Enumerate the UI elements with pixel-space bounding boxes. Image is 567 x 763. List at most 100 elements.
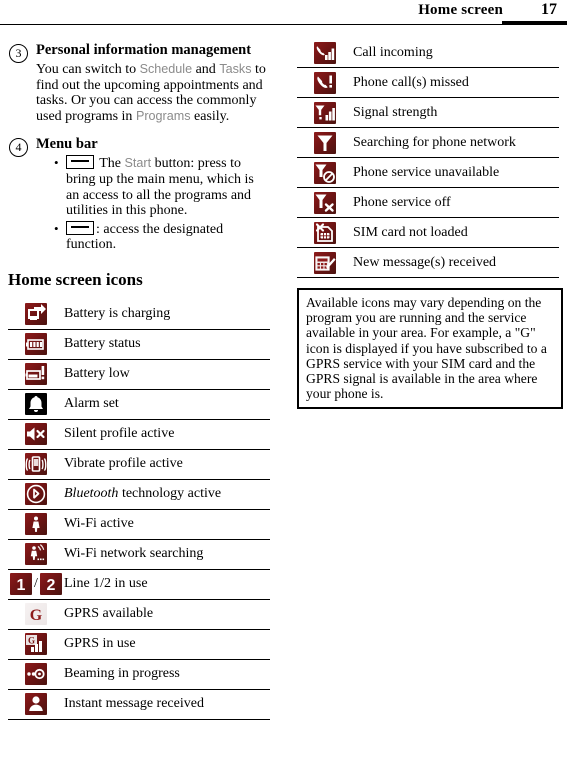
left-column: 3 Personal information management You ca…: [8, 30, 270, 720]
section-menu-bar: 4 Menu bar The Start button: press to br…: [8, 136, 270, 253]
icon-label: Phone service off: [353, 194, 451, 210]
softkey-icon: [66, 155, 94, 170]
term-programs: Programs: [135, 108, 191, 123]
home-screen-icons-heading: Home screen icons: [8, 269, 143, 289]
searching-network-icon: [314, 131, 336, 154]
line-1-icon: 1: [10, 573, 33, 596]
bluetooth-rest: technology active: [118, 486, 222, 502]
icon-label: Alarm set: [64, 396, 119, 412]
gprs-available-icon: G: [25, 603, 47, 626]
home-screen-icons-table-left: Battery is charging Battery status Batte…: [8, 300, 270, 720]
table-row: Instant message received: [8, 689, 270, 720]
icon-label: Battery is charging: [64, 306, 171, 322]
icon-label: Vibrate profile active: [64, 456, 183, 472]
icon-cell: [297, 98, 353, 128]
table-row: Battery status: [8, 329, 270, 360]
icon-cell: G: [8, 629, 64, 659]
icon-cell: [297, 128, 353, 158]
list-item: : access the designated function.: [54, 220, 270, 253]
icon-cell: 1 / 2: [8, 569, 64, 599]
table-row: Wi-Fi network searching: [8, 539, 270, 570]
icon-cell: [8, 479, 64, 509]
icon-cell: [8, 419, 64, 449]
table-row: G GPRS available: [8, 599, 270, 630]
table-row: Battery low: [8, 359, 270, 390]
table-row: Phone service off: [297, 188, 559, 218]
icon-label: Line 1/2 in use: [64, 576, 148, 592]
icon-cell: G: [8, 599, 64, 629]
service-off-icon: [314, 191, 336, 214]
table-row: Silent profile active: [8, 419, 270, 450]
section-personal-information-management: 3 Personal information management You ca…: [8, 42, 270, 124]
icon-cell: [8, 659, 64, 689]
icon-cell: [297, 38, 353, 68]
table-row: 1 / 2 Line 1/2 in use: [8, 569, 270, 600]
battery-low-icon: [25, 363, 47, 386]
table-row: Alarm set: [8, 389, 270, 420]
silent-profile-icon: [25, 423, 47, 446]
icon-cell: [8, 389, 64, 419]
icon-label: Beaming in progress: [64, 666, 180, 682]
section-heading: Menu bar: [36, 136, 98, 153]
icon-label: SIM card not loaded: [353, 224, 468, 240]
menu-bar-bullet-list: The Start button: press to bring up the …: [36, 155, 270, 253]
icon-label: Battery status: [64, 336, 141, 352]
icon-cell: [297, 188, 353, 218]
icon-cell: [297, 68, 353, 98]
gprs-in-use-icon: G: [25, 633, 47, 656]
icon-cell: [8, 689, 64, 719]
icon-label: Wi-Fi active: [64, 516, 134, 532]
icon-label: Instant message received: [64, 696, 204, 712]
svg-text:G: G: [28, 636, 35, 646]
icon-label: Searching for phone network: [353, 134, 516, 150]
icon-label: GPRS in use: [64, 636, 136, 652]
icon-cell: [8, 449, 64, 479]
table-row: Searching for phone network: [297, 128, 559, 158]
softkey-icon: [66, 220, 94, 235]
icon-label: Call incoming: [353, 44, 433, 60]
page-header: Home screen 17: [0, 0, 567, 30]
battery-status-icon: [25, 333, 47, 356]
service-unavailable-icon: [314, 161, 336, 184]
section-heading: Personal information management: [36, 42, 252, 58]
body-text-1: You can switch to: [36, 62, 140, 77]
vibrate-profile-icon: [25, 453, 47, 476]
header-rule: [0, 24, 567, 25]
battery-charging-icon: [25, 303, 47, 326]
icon-cell: [297, 248, 353, 278]
wifi-active-icon: [25, 513, 47, 536]
section-number-badge: 4: [9, 138, 28, 158]
table-row: Phone call(s) missed: [297, 68, 559, 98]
instant-message-icon: [25, 693, 47, 716]
section-number-badge: 3: [9, 44, 28, 63]
icon-label: Silent profile active: [64, 426, 175, 442]
table-row: SIM card not loaded: [297, 218, 559, 248]
signal-strength-icon: [314, 101, 336, 124]
bullet-text-2: button: press to bring up the main menu,…: [66, 156, 254, 219]
table-row: Phone service unavailable: [297, 158, 559, 188]
alarm-set-icon: [25, 393, 47, 416]
svg-text:2: 2: [46, 577, 55, 594]
icon-label: Wi-Fi network searching: [64, 546, 204, 562]
icon-cell: [8, 300, 64, 330]
body-text-2: and: [192, 62, 220, 77]
icon-cell: [297, 218, 353, 248]
table-row: Bluetooth technology active: [8, 479, 270, 510]
line-2-icon: 2: [39, 573, 62, 596]
body-text-4: easily.: [190, 108, 230, 124]
table-row: Vibrate profile active: [8, 449, 270, 480]
table-row: G GPRS in use: [8, 629, 270, 660]
icon-label: Battery low: [64, 366, 130, 382]
table-row: Call incoming: [297, 38, 559, 68]
note-box: Available icons may vary depending on th…: [297, 288, 563, 410]
bullet-text-1: The: [96, 156, 125, 172]
term-start: Start: [124, 156, 152, 171]
table-row: New message(s) received: [297, 248, 559, 278]
home-screen-icons-table-right: Call incoming Phone call(s) missed Signa…: [297, 38, 559, 278]
svg-text:G: G: [30, 607, 43, 624]
icon-cell: [8, 359, 64, 389]
wifi-searching-icon: [25, 543, 47, 566]
line-separator: /: [34, 576, 38, 592]
icon-label: New message(s) received: [353, 254, 497, 270]
table-row: Beaming in progress: [8, 659, 270, 690]
